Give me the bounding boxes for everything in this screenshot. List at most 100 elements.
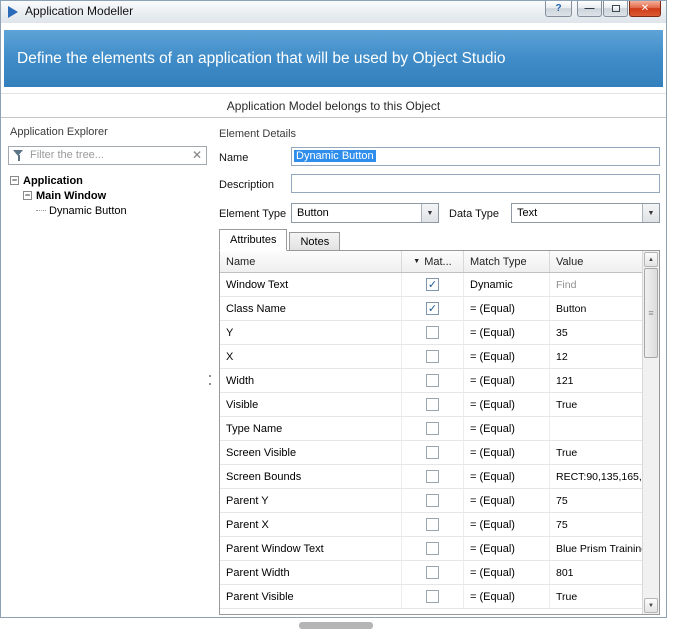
attribute-match-cell: ✓ (402, 297, 464, 320)
match-checkbox[interactable] (426, 590, 439, 603)
attribute-value-cell (550, 417, 642, 440)
attribute-match-cell (402, 465, 464, 488)
match-checkbox[interactable] (426, 566, 439, 579)
tree-item-main-window[interactable]: −Main Window (8, 188, 207, 203)
scroll-up-icon[interactable]: ▲ (644, 252, 658, 267)
tab-attributes[interactable]: Attributes (219, 229, 287, 251)
clear-filter-icon[interactable]: ✕ (192, 147, 202, 164)
match-checkbox[interactable] (426, 422, 439, 435)
attribute-match-type-cell: = (Equal) (464, 345, 550, 368)
maximize-button[interactable] (603, 1, 628, 17)
attribute-match-type-cell: = (Equal) (464, 513, 550, 536)
attribute-row[interactable]: X = (Equal)12 (220, 345, 642, 369)
attribute-name-cell: Class Name (220, 297, 402, 320)
attribute-match-type-cell: = (Equal) (464, 465, 550, 488)
tree-item-application[interactable]: −Application (8, 173, 207, 188)
attribute-match-type-cell: = (Equal) (464, 537, 550, 560)
attribute-row[interactable]: Class Name✓= (Equal)Button (220, 297, 642, 321)
maximize-icon (612, 5, 620, 12)
attribute-row[interactable]: Y= (Equal)35 (220, 321, 642, 345)
match-checkbox[interactable] (426, 494, 439, 507)
tab-notes[interactable]: Notes (289, 232, 340, 251)
page-horizontal-scrollbar-thumb[interactable] (299, 622, 373, 629)
tree-item-dynamic-button[interactable]: Dynamic Button (8, 203, 207, 218)
attribute-value-cell: True (550, 441, 642, 464)
name-input[interactable]: Dynamic Button (291, 147, 660, 166)
header-name[interactable]: Name (220, 251, 402, 272)
attribute-value-cell: True (550, 585, 642, 608)
attribute-match-cell: ✓ (402, 273, 464, 296)
match-checkbox[interactable] (426, 470, 439, 483)
attribute-row[interactable]: Parent Window Text = (Equal)Blue Prism Tr… (220, 537, 642, 561)
minimize-button[interactable]: — (577, 1, 602, 17)
attribute-name-cell: Parent Y (220, 489, 402, 512)
attribute-value-cell: 75 (550, 489, 642, 512)
attribute-match-type-cell: = (Equal) (464, 417, 550, 440)
app-icon (8, 6, 18, 18)
application-explorer-panel: Application Explorer Filter the tree... … (8, 126, 207, 613)
attribute-row[interactable]: Screen Visible= (Equal)True (220, 441, 642, 465)
description-input[interactable] (291, 174, 660, 193)
attribute-row[interactable]: Parent X= (Equal)75 (220, 513, 642, 537)
match-checkbox[interactable] (426, 350, 439, 363)
collapse-icon[interactable]: − (10, 176, 19, 185)
element-type-dropdown[interactable]: Button ▼ (291, 203, 439, 223)
screen: Application Modeller ? — ✕ Define the el… (0, 0, 673, 630)
match-checkbox[interactable] (426, 542, 439, 555)
match-checkbox[interactable] (426, 326, 439, 339)
header-match-type[interactable]: Match Type (464, 251, 550, 272)
attribute-match-type-cell: = (Equal) (464, 369, 550, 392)
attribute-value-cell: Blue Prism Training... (550, 537, 642, 560)
attribute-name-cell: Window Text (220, 273, 402, 296)
attribute-name-cell: Screen Bounds (220, 465, 402, 488)
collapse-icon[interactable]: − (23, 191, 32, 200)
tree-connector (36, 210, 46, 211)
element-type-label: Element Type (219, 208, 286, 220)
tree-item-label: Application (23, 175, 83, 187)
scroll-down-icon[interactable]: ▼ (644, 598, 658, 613)
banner: Define the elements of an application th… (4, 30, 663, 87)
attribute-match-type-cell: = (Equal) (464, 585, 550, 608)
chevron-down-icon[interactable]: ▼ (421, 204, 438, 222)
attribute-name-cell: Parent Visible (220, 585, 402, 608)
attribute-match-cell (402, 369, 464, 392)
attribute-match-cell (402, 441, 464, 464)
attribute-name-cell: Parent Window Text (220, 537, 402, 560)
match-checkbox[interactable]: ✓ (426, 278, 439, 291)
banner-text: Define the elements of an application th… (17, 50, 506, 68)
scrollbar-thumb[interactable] (644, 268, 658, 358)
element-details-title: Element Details (219, 128, 296, 140)
attribute-match-type-cell: = (Equal) (464, 393, 550, 416)
application-tree: −Application−Main WindowDynamic Button (8, 173, 207, 218)
attribute-row[interactable]: Parent Y= (Equal)75 (220, 489, 642, 513)
description-label: Description (219, 179, 274, 191)
match-checkbox[interactable] (426, 374, 439, 387)
tree-item-label: Main Window (36, 190, 106, 202)
attribute-row[interactable]: Parent Width= (Equal)801 (220, 561, 642, 585)
data-type-dropdown[interactable]: Text ▼ (511, 203, 660, 223)
attribute-row[interactable]: Screen Bounds= (Equal)RECT:90,135,165,21… (220, 465, 642, 489)
attribute-row[interactable]: Window Text✓DynamicFind (220, 273, 642, 297)
chevron-down-icon[interactable]: ▼ (642, 204, 659, 222)
attribute-name-cell: Screen Visible (220, 441, 402, 464)
help-button[interactable]: ? (545, 1, 572, 17)
attribute-match-type-cell: = (Equal) (464, 321, 550, 344)
attribute-row[interactable]: Parent Visible = (Equal)True (220, 585, 642, 609)
element-details-panel: Element Details Name Dynamic Button Desc… (213, 119, 660, 615)
filter-tree-input[interactable]: Filter the tree... ✕ (8, 146, 207, 165)
match-checkbox[interactable] (426, 398, 439, 411)
attribute-value-cell: 12 (550, 345, 642, 368)
close-button[interactable]: ✕ (629, 1, 661, 17)
title-bar[interactable]: Application Modeller ? — ✕ (1, 1, 666, 23)
vertical-scrollbar[interactable]: ▲ ▼ (642, 251, 659, 614)
match-checkbox[interactable] (426, 446, 439, 459)
attribute-row[interactable]: Visible= (Equal)True (220, 393, 642, 417)
header-match[interactable]: ▼ Mat... (402, 251, 464, 272)
match-checkbox[interactable] (426, 518, 439, 531)
match-checkbox[interactable]: ✓ (426, 302, 439, 315)
header-value[interactable]: Value (550, 251, 642, 272)
attribute-row[interactable]: Type Name= (Equal) (220, 417, 642, 441)
filter-placeholder: Filter the tree... (30, 147, 104, 164)
attribute-row[interactable]: Width= (Equal)121 (220, 369, 642, 393)
attribute-name-cell: X (220, 345, 402, 368)
